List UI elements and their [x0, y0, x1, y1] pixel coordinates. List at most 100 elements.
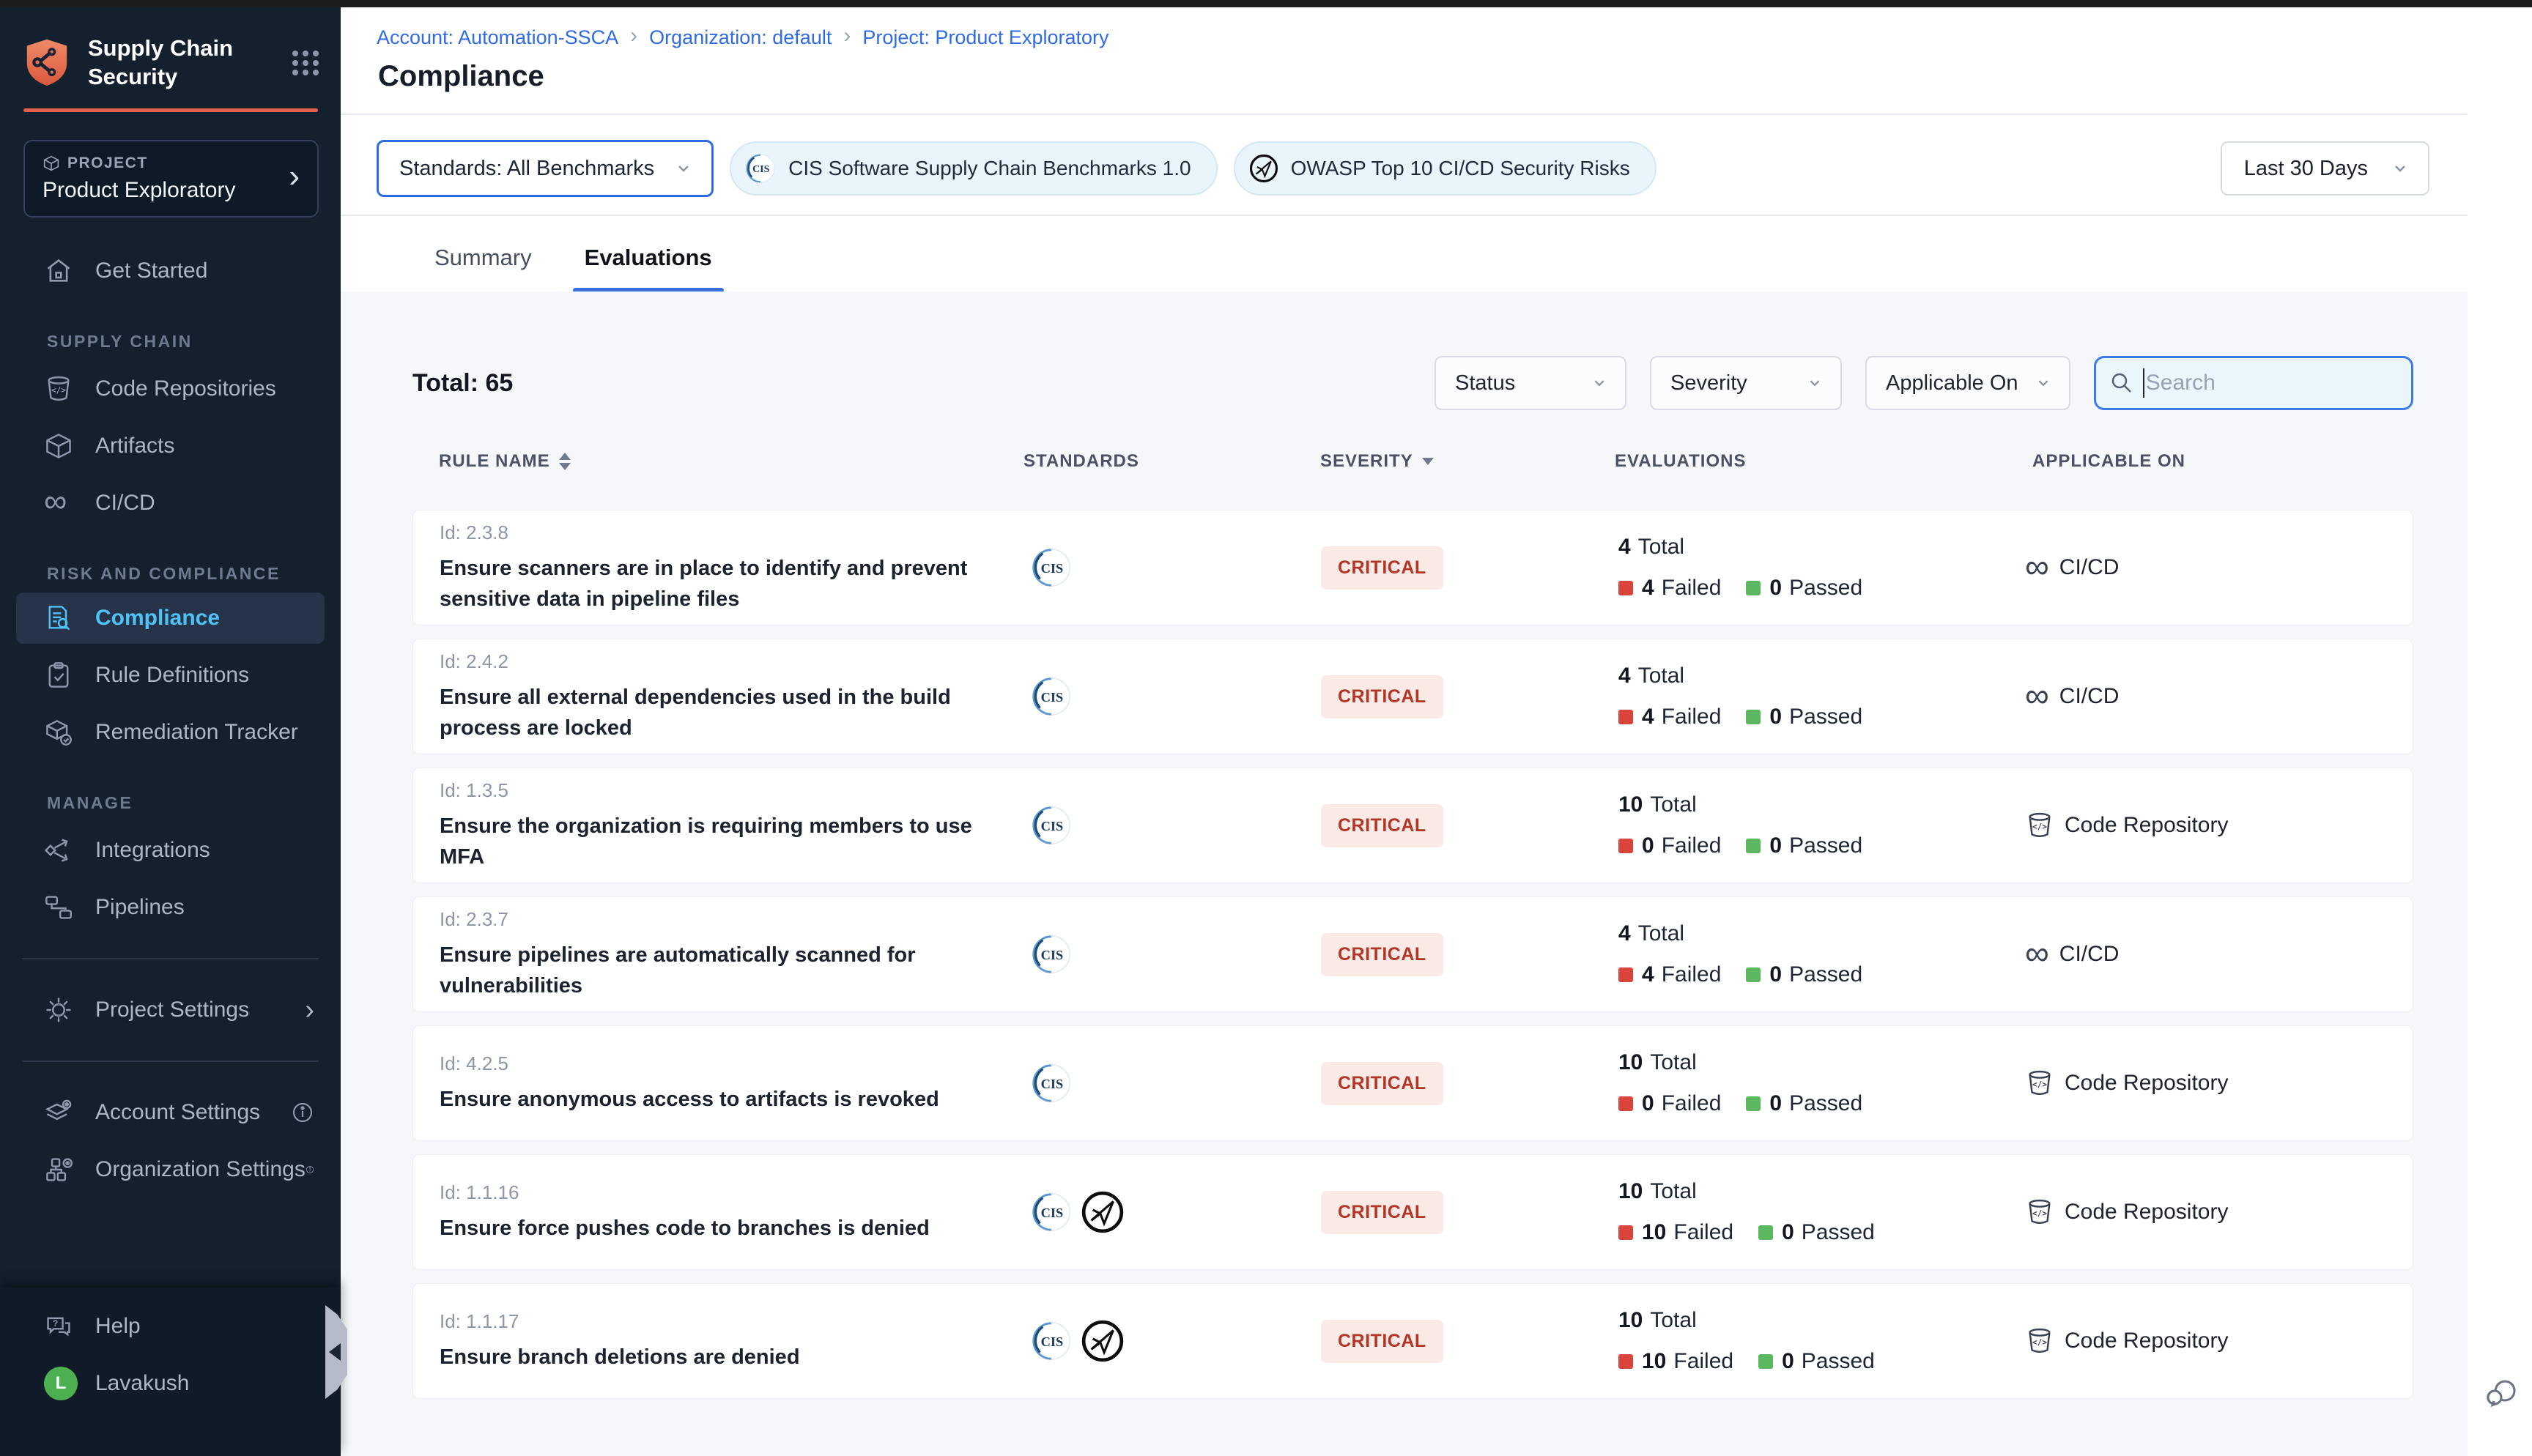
user-menu[interactable]: L Lavakush [0, 1355, 341, 1412]
breadcrumb-project[interactable]: Project: Product Exploratory [862, 26, 1108, 49]
failed-indicator [1618, 967, 1633, 982]
evaluations-cell: 10 Total 0 Failed 0 Passed [1618, 768, 1862, 883]
owasp-standard-icon [1080, 1189, 1125, 1235]
applicable-label: Code Repository [2065, 1329, 2228, 1353]
severity-filter[interactable]: Severity [1650, 356, 1842, 410]
gear-icon [44, 995, 73, 1025]
rule-id: Id: 2.4.2 [440, 650, 508, 673]
sidebar-item-account-settings[interactable]: Account Settings [0, 1084, 341, 1141]
sidebar-item-artifacts[interactable]: Artifacts [0, 417, 341, 475]
applicable-label: CI/CD [2059, 684, 2120, 709]
evaluations-total: 10 Total [1618, 792, 1697, 817]
text-caret [2143, 368, 2144, 398]
window-top-strip [0, 0, 2532, 7]
svg-text:CIS: CIS [752, 164, 769, 175]
tab-summary[interactable]: Summary [426, 216, 541, 299]
applicable-label: CI/CD [2059, 942, 2120, 967]
failed-indicator [1618, 839, 1633, 853]
standards-cell: CIS [1030, 639, 1073, 754]
standard-pill-owasp[interactable]: OWASP Top 10 CI/CD Security Risks [1234, 141, 1656, 196]
sidebar-item-cicd[interactable]: ∞ CI/CD [0, 475, 341, 532]
sort-severity-desc-icon[interactable] [1422, 458, 1434, 465]
sidebar-item-get-started[interactable]: Get Started [0, 242, 341, 300]
evaluations-panel: Total: 65 Status Severity Applicable On [341, 291, 2468, 1456]
chevron-down-icon [2034, 374, 2053, 393]
sidebar-item-help[interactable]: ? Help [0, 1298, 341, 1355]
chevron-down-icon [2390, 158, 2410, 179]
svg-text:</>: </> [2032, 822, 2047, 832]
evaluations-breakdown: 0 Failed 0 Passed [1618, 1091, 1862, 1116]
applicable-on-filter[interactable]: Applicable On [1865, 356, 2070, 410]
chevron-down-icon [1590, 374, 1609, 393]
evaluations-breakdown: 4 Failed 0 Passed [1618, 962, 1862, 987]
table-row[interactable]: Id: 1.1.16 Ensure force pushes code to b… [412, 1154, 2413, 1270]
cis-standard-icon: CIS [1030, 933, 1073, 976]
standards-dropdown[interactable]: Standards: All Benchmarks [377, 140, 714, 197]
sidebar-item-remediation-tracker[interactable]: Remediation Tracker [0, 704, 341, 761]
sidebar-item-pipelines[interactable]: Pipelines [0, 879, 341, 936]
evaluations-cell: 4 Total 4 Failed 0 Passed [1618, 897, 1862, 1011]
sidebar-item-rule-definitions[interactable]: Rule Definitions [0, 647, 341, 704]
info-icon[interactable] [306, 1158, 314, 1181]
applicable-cell: </> Code Repository [2025, 1155, 2228, 1269]
search-input[interactable] [2146, 371, 2398, 395]
rule-id: Id: 2.3.8 [440, 521, 508, 544]
table-row[interactable]: Id: 1.1.17 Ensure branch deletions are d… [412, 1283, 2413, 1399]
breadcrumb-account[interactable]: Account: Automation-SSCA [377, 26, 618, 49]
failed-indicator [1618, 710, 1633, 724]
brand-shield-logo [22, 35, 72, 89]
standards-cell: CIS [1030, 768, 1073, 883]
remediation-box-icon [44, 718, 73, 747]
table-row[interactable]: Id: 2.4.2 Ensure all external dependenci… [412, 639, 2413, 754]
breadcrumb-separator: › [843, 23, 851, 48]
rule-id: Id: 1.1.16 [440, 1181, 519, 1204]
cis-icon: CIS [744, 152, 777, 185]
breadcrumb-organization[interactable]: Organization: default [649, 26, 832, 49]
support-chat-icon[interactable] [2481, 1373, 2522, 1414]
severity-cell: CRITICAL [1321, 639, 1443, 754]
sidebar-item-organization-settings[interactable]: Organization Settings [0, 1141, 341, 1198]
rule-cell: Id: 2.3.8 Ensure scanners are in place t… [440, 510, 1004, 625]
header-severity: SEVERITY [1320, 451, 1413, 472]
standard-pill-cis[interactable]: CIS CIS Software Supply Chain Benchmarks… [730, 141, 1217, 196]
svg-text:CIS: CIS [1041, 948, 1064, 962]
sidebar-item-project-settings[interactable]: Project Settings › [0, 981, 341, 1039]
project-eyebrow: PROJECT [67, 155, 148, 172]
applicable-label: Code Repository [2065, 1200, 2228, 1225]
header-evaluations: EVALUATIONS [1615, 451, 1746, 472]
failed-indicator [1618, 1096, 1633, 1111]
app-grid-icon[interactable] [289, 46, 322, 78]
tab-evaluations[interactable]: Evaluations [576, 216, 721, 299]
project-name: Product Exploratory [42, 178, 235, 203]
table-row[interactable]: Id: 2.3.8 Ensure scanners are in place t… [412, 510, 2413, 625]
cis-standard-icon: CIS [1030, 675, 1073, 718]
table-row[interactable]: Id: 4.2.5 Ensure anonymous access to art… [412, 1025, 2413, 1141]
cicd-infinity-icon: ∞ [44, 489, 73, 518]
sidebar-item-integrations[interactable]: Integrations [0, 822, 341, 879]
project-cube-icon [42, 155, 60, 172]
status-filter[interactable]: Status [1435, 356, 1626, 410]
info-icon[interactable] [291, 1101, 314, 1124]
project-switcher[interactable]: PROJECT Product Exploratory › [23, 140, 319, 218]
svg-text:</>: </> [2032, 1209, 2047, 1219]
table-row[interactable]: Id: 1.3.5 Ensure the organization is req… [412, 768, 2413, 883]
compliance-document-icon [44, 603, 73, 633]
sort-rule-name-icon[interactable] [559, 453, 571, 470]
breadcrumb: Account: Automation-SSCA › Organization:… [377, 25, 1109, 50]
standards-cell: CIS [1030, 510, 1073, 625]
rule-id: Id: 1.1.17 [440, 1310, 519, 1333]
sidebar-item-code-repositories[interactable]: </> Code Repositories [0, 360, 341, 417]
sidebar-item-compliance[interactable]: Compliance [16, 593, 325, 644]
severity-cell: CRITICAL [1321, 510, 1443, 625]
severity-badge: CRITICAL [1321, 1062, 1443, 1105]
rule-cell: Id: 2.4.2 Ensure all external dependenci… [440, 639, 1004, 754]
svg-text:CIS: CIS [1041, 1334, 1064, 1349]
standards-cell: CIS [1030, 1284, 1125, 1398]
date-range-dropdown[interactable]: Last 30 Days [2221, 141, 2429, 196]
rule-name: Ensure pipelines are automatically scann… [440, 940, 1004, 1001]
org-chart-gear-icon [44, 1155, 73, 1184]
evaluations-breakdown: 4 Failed 0 Passed [1618, 576, 1862, 601]
cicd-infinity-icon: ∞ [2025, 678, 2049, 712]
severity-badge: CRITICAL [1321, 933, 1443, 976]
table-row[interactable]: Id: 2.3.7 Ensure pipelines are automatic… [412, 896, 2413, 1012]
